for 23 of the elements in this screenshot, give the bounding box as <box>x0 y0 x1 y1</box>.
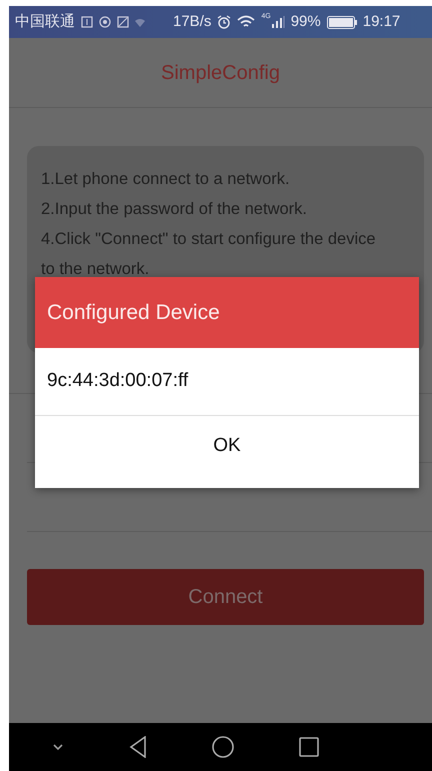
clock-time: 19:17 <box>362 12 400 32</box>
dialog-title: Configured Device <box>47 300 220 326</box>
recent-apps-icon[interactable] <box>299 737 320 757</box>
notification-icon <box>81 16 93 28</box>
battery-percentage: 99% <box>290 12 321 32</box>
signal-icon <box>270 16 285 28</box>
wifi-icon <box>135 18 145 26</box>
dialog-message: 9c:44:3d:00:07:ff <box>47 369 188 394</box>
carrier-name: 中国联通 <box>15 12 75 32</box>
instruction-text: 4.Click "Connect" to start configure the device to the network. <box>41 229 377 280</box>
chevron-down-icon[interactable] <box>52 743 64 751</box>
app-title: SimpleConfig <box>161 60 280 86</box>
instruction-text: 1.Let phone connect to a network. <box>41 169 291 190</box>
network-speed: 17B/s <box>173 12 212 32</box>
back-icon[interactable] <box>128 736 147 758</box>
notification-icon <box>99 16 111 28</box>
image-icon <box>117 16 129 28</box>
ok-button[interactable]: OK <box>35 416 419 488</box>
battery-icon <box>326 16 357 28</box>
alarm-icon <box>217 15 232 29</box>
instruction-text: 2.Input the password of the network. <box>41 199 308 220</box>
home-icon[interactable] <box>212 736 234 758</box>
wifi-icon <box>237 15 256 29</box>
